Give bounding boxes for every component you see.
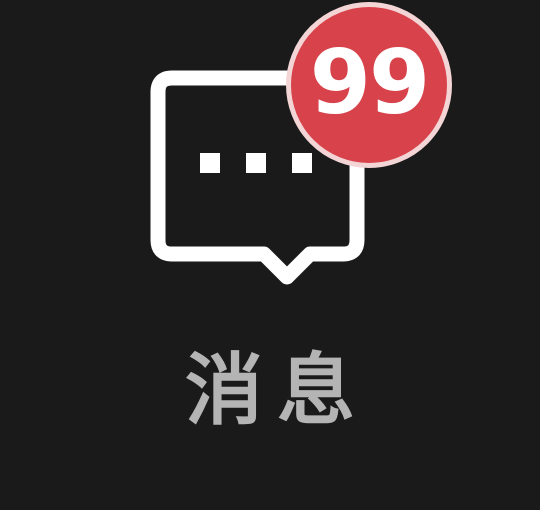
unread-count-badge: 99 bbox=[286, 2, 452, 168]
unread-count: 99 bbox=[309, 31, 430, 134]
dot-2 bbox=[246, 153, 266, 173]
messages-tab[interactable]: 99 消息 bbox=[0, 0, 540, 510]
dot-3 bbox=[292, 153, 312, 173]
dot-1 bbox=[200, 153, 220, 173]
tab-label: 消息 bbox=[184, 346, 369, 436]
